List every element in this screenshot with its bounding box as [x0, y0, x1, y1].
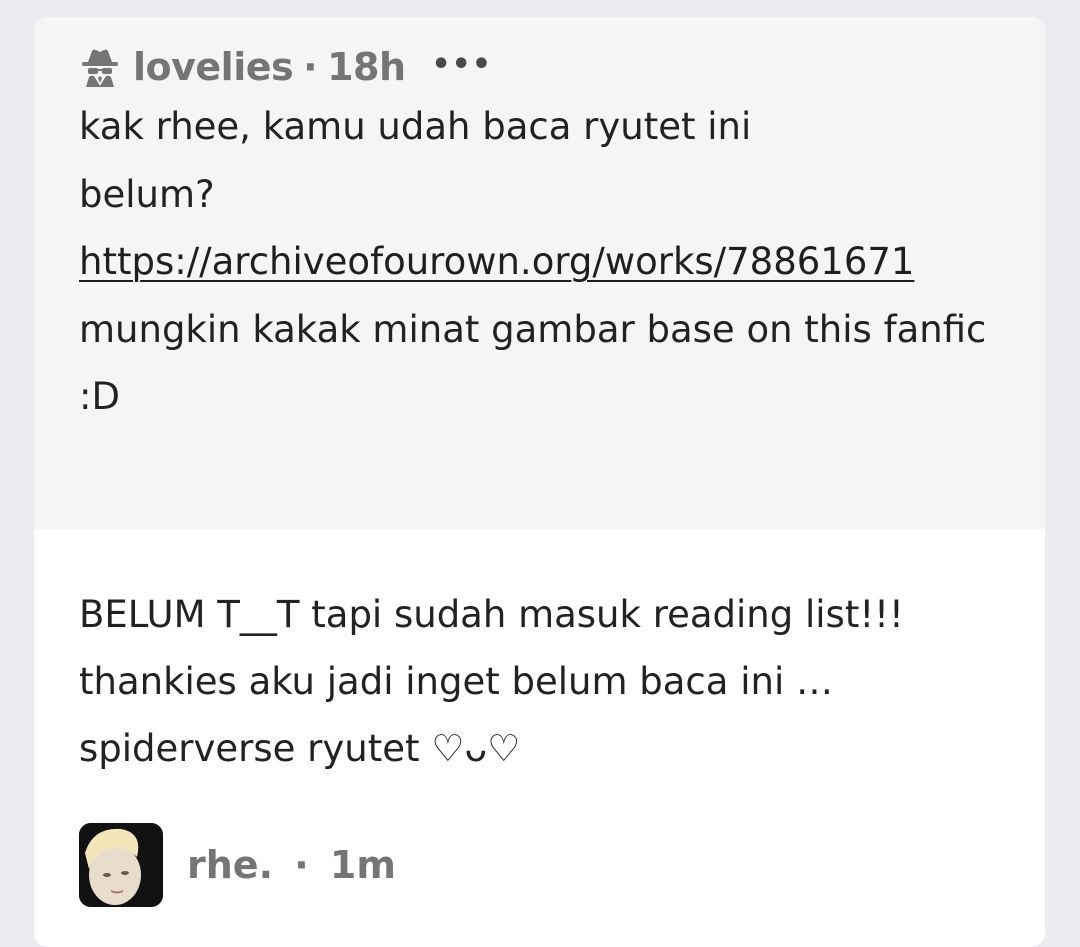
- answer-text: BELUM T__T tapi sudah masuk reading list…: [79, 593, 904, 770]
- author-time: 1m: [329, 843, 396, 887]
- question-header: lovelies · 18h •••: [79, 45, 1015, 89]
- more-dots-icon[interactable]: •••: [432, 50, 493, 80]
- question-text: kak rhee, kamu udah baca ryutet ini belu…: [79, 105, 752, 216]
- avatar[interactable]: [79, 823, 163, 907]
- question-time: 18h: [327, 45, 406, 89]
- post-card: lovelies · 18h ••• kak rhee, kamu udah b…: [34, 17, 1045, 947]
- answer-body: BELUM T__T tapi sudah masuk reading list…: [34, 529, 1045, 782]
- author-name[interactable]: rhe.: [187, 843, 273, 887]
- question-separator: ·: [303, 45, 318, 89]
- question-username[interactable]: lovelies: [133, 45, 294, 89]
- question-text-2: mungkin kakak minat gambar base on this …: [79, 307, 987, 419]
- author-meta: rhe. · 1m: [187, 843, 396, 887]
- question-link[interactable]: https://archiveofourown.org/works/788616…: [79, 228, 1009, 296]
- question-box: lovelies · 18h ••• kak rhee, kamu udah b…: [34, 17, 1045, 529]
- answer-author: rhe. · 1m: [34, 823, 1045, 907]
- author-separator: ·: [294, 843, 309, 887]
- anonymous-spy-icon: [79, 46, 121, 88]
- question-body: kak rhee, kamu udah baca ryutet ini belu…: [79, 93, 1015, 431]
